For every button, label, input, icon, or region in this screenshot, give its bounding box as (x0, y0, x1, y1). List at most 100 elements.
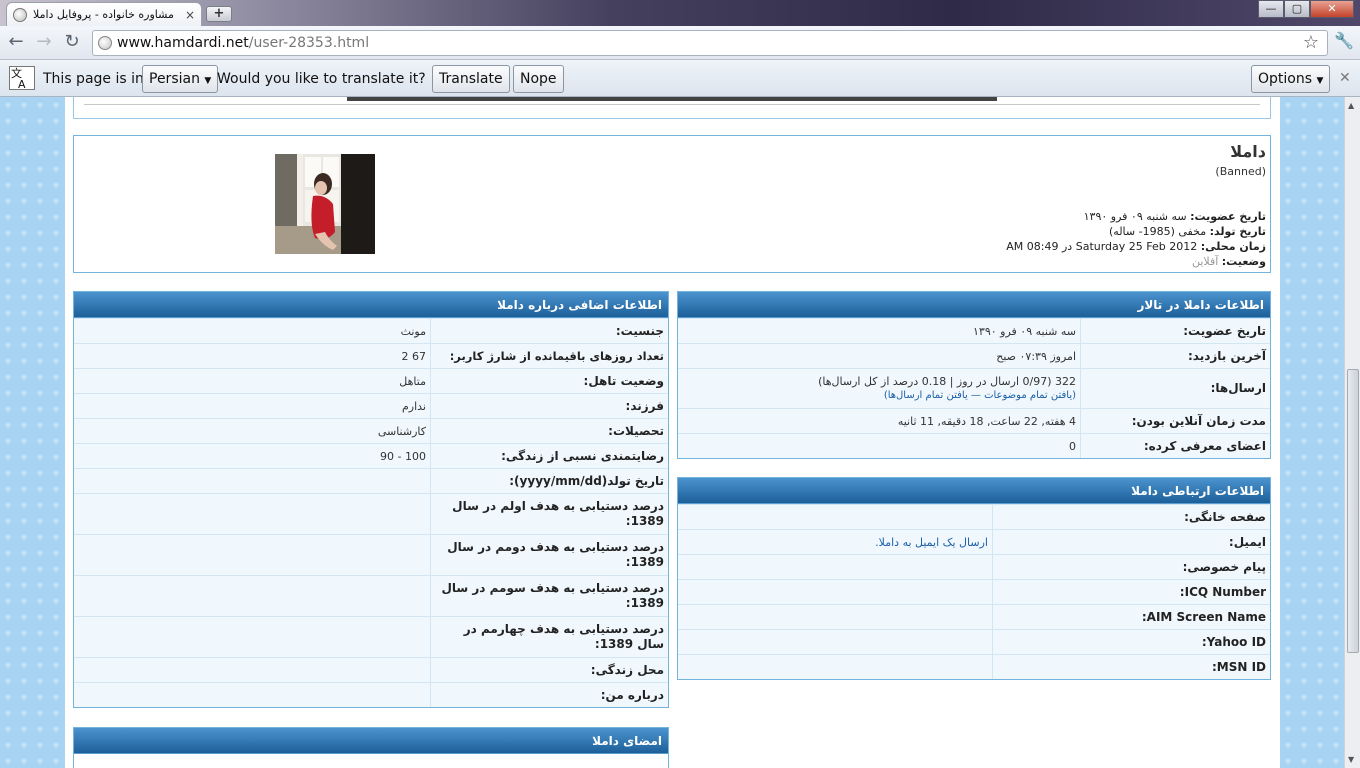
info-row: درصد دستیابی به هدف دومم در سال 1389: (74, 534, 668, 575)
profile-local-time: زمان محلی: Saturday 25 Feb 2012 در 08:49… (1006, 239, 1266, 254)
row-value: 0 (1069, 440, 1076, 453)
url-host: www.hamdardi.net (117, 35, 249, 51)
address-bar[interactable]: www.hamdardi.net/user-28353.html ☆ (92, 30, 1328, 56)
row-value: 67 2 (401, 350, 427, 363)
info-row: Yahoo ID: (678, 629, 1270, 654)
row-label: ایمیل: (992, 530, 1270, 554)
translate-infobar: 文 A This page is in Persian ▼ Would you … (0, 60, 1360, 97)
info-row: ایمیل: ارسال یک ایمیل به داملا. (678, 529, 1270, 554)
bookmark-star-icon[interactable]: ☆ (1303, 32, 1319, 53)
url-path: /user-28353.html (248, 35, 370, 51)
profile-details: تاریخ عضویت: سه شنبه ۰۹ فرو ۱۳۹۰ تاریخ ت… (1006, 209, 1266, 269)
extra-info-panel: اطلاعات اضافی درباره داملا جنسیت: مونث تع… (73, 291, 669, 708)
avatar-image (275, 154, 375, 254)
row-label: صفحه خانگی: (992, 505, 1270, 529)
find-posts-link[interactable]: (یافتن تمام موضوعات — یافتن تمام ارسال‌ه… (682, 389, 1076, 403)
row-label: تعداد روزهای باقیمانده از شارژ کاربر: (430, 344, 668, 368)
info-row: پیام خصوصی: (678, 554, 1270, 579)
send-email-link[interactable]: ارسال یک ایمیل به داملا. (875, 536, 988, 549)
info-row: AIM Screen Name: (678, 604, 1270, 629)
nope-button[interactable]: Nope (513, 65, 564, 93)
contact-info-panel: اطلاعات ارتباطی داملا صفحه خانگی: ایمیل:… (677, 477, 1271, 680)
row-label: مدت زمان آنلاین بودن: (1080, 409, 1270, 433)
info-row: محل زندگی: (74, 657, 668, 682)
back-arrow-icon[interactable]: ← (5, 32, 27, 54)
row-value (74, 494, 430, 534)
scroll-down-icon[interactable]: ▼ (1348, 755, 1354, 764)
row-label: MSN ID: (992, 655, 1270, 679)
info-row: تعداد روزهای باقیمانده از شارژ کاربر: 67 … (74, 343, 668, 368)
info-row: تاریخ عضویت: سه شنبه ۰۹ فرو ۱۳۹۰ (678, 318, 1270, 343)
forum-info-panel: اطلاعات داملا در تالار تاریخ عضویت: سه شن… (677, 291, 1271, 459)
row-label: درصد دستیابی به هدف سومم در سال 1389: (430, 576, 668, 616)
reload-icon[interactable]: ↻ (61, 32, 83, 54)
info-row: درباره من: (74, 682, 668, 707)
language-select[interactable]: Persian ▼ (142, 65, 219, 93)
profile-user-title: (Banned) (1215, 165, 1266, 178)
signature-panel: امضای داملا (73, 727, 669, 768)
row-label: پیام خصوصی: (992, 555, 1270, 579)
profile-label: وضعیت: (1221, 255, 1266, 268)
row-label: تاریخ عضویت: (1080, 319, 1270, 343)
row-value (678, 630, 992, 654)
scrollbar-thumb[interactable] (1347, 369, 1359, 653)
page-icon (98, 36, 112, 50)
row-label: محل زندگی: (430, 658, 668, 682)
avatar[interactable] (275, 154, 375, 254)
row-label: ICQ Number: (992, 580, 1270, 604)
info-row: مدت زمان آنلاین بودن: 4 هفته, 22 ساعت, 18… (678, 408, 1270, 433)
info-row: جنسیت: مونث (74, 318, 668, 343)
panel-header: اطلاعات اضافی درباره داملا (74, 292, 668, 318)
maximize-button[interactable]: ▢ (1284, 0, 1310, 18)
row-value (74, 617, 430, 657)
info-row: ارسال‌ها: 322 (0/97 ارسال در روز | 0.18 د… (678, 368, 1270, 408)
row-value: امروز ۰۷:۳۹ صبح (996, 350, 1076, 363)
posts-count: 322 (0/97 ارسال در روز | 0.18 درصد از کل… (818, 375, 1076, 388)
profile-label: زمان محلی: (1200, 240, 1266, 253)
panel-header: اطلاعات داملا در تالار (678, 292, 1270, 318)
minimize-button[interactable]: — (1258, 0, 1284, 18)
info-row: رضایتمندی نسبی از زندگی: 100 - 90 (74, 443, 668, 468)
profile-value: Saturday 25 Feb 2012 در 08:49 AM (1006, 240, 1201, 253)
forward-arrow-icon[interactable]: → (33, 32, 55, 54)
window-titlebar: مشاوره خانواده - پروفایل داملا × + — ▢ ✕ (0, 0, 1360, 26)
divider (84, 104, 1260, 105)
row-label: وضعیت تاهل: (430, 369, 668, 393)
row-value: 100 - 90 (380, 450, 426, 463)
row-label: درصد دستیابی به هدف چهارمم در سال 1389: (430, 617, 668, 657)
row-label: Yahoo ID: (992, 630, 1270, 654)
row-label: اعضای معرفی کرده: (1080, 434, 1270, 458)
row-value: ارسال یک ایمیل به داملا. (678, 530, 992, 554)
row-value (74, 576, 430, 616)
close-infobar-icon[interactable]: ✕ (1339, 70, 1351, 86)
profile-label: تاریخ عضویت: (1190, 210, 1266, 223)
vertical-scrollbar[interactable]: ▲ ▼ (1344, 97, 1360, 768)
top-dark-bar (347, 97, 997, 101)
row-value: سه شنبه ۰۹ فرو ۱۳۹۰ (973, 325, 1076, 338)
tab-title: مشاوره خانواده - پروفایل داملا (33, 8, 174, 21)
profile-label: تاریخ تولد: (1209, 225, 1266, 238)
language-select-value: Persian (149, 71, 200, 87)
new-tab-button[interactable]: + (206, 6, 232, 22)
row-label: درباره من: (430, 683, 668, 707)
row-label: رضایتمندی نسبی از زندگی: (430, 444, 668, 468)
info-row: اعضای معرفی کرده: 0 (678, 433, 1270, 458)
info-row: MSN ID: (678, 654, 1270, 679)
browser-tab[interactable]: مشاوره خانواده - پروفایل داملا × (6, 2, 202, 26)
row-label: تاریخ تولد(yyyy/mm/dd): (430, 469, 668, 493)
profile-value: مخفی (1985- ساله) (1109, 225, 1210, 238)
row-value (74, 469, 430, 493)
wrench-menu-icon[interactable]: 🔧 (1334, 31, 1354, 50)
row-value (678, 655, 992, 679)
options-button[interactable]: Options ▼ (1251, 65, 1331, 93)
translate-button[interactable]: Translate (432, 65, 510, 93)
translate-prompt-prefix: This page is in (43, 71, 144, 87)
window-controls: — ▢ ✕ (1258, 0, 1354, 18)
info-row: ICQ Number: (678, 579, 1270, 604)
tab-close-button[interactable]: × (185, 8, 195, 22)
profile-value: آفلاین (1191, 255, 1222, 268)
scroll-up-icon[interactable]: ▲ (1348, 101, 1354, 110)
row-value: 4 هفته, 22 ساعت, 18 دقیقه, 11 ثانیه (897, 415, 1076, 428)
dropdown-arrow-icon: ▼ (204, 76, 212, 86)
close-window-button[interactable]: ✕ (1310, 0, 1354, 18)
